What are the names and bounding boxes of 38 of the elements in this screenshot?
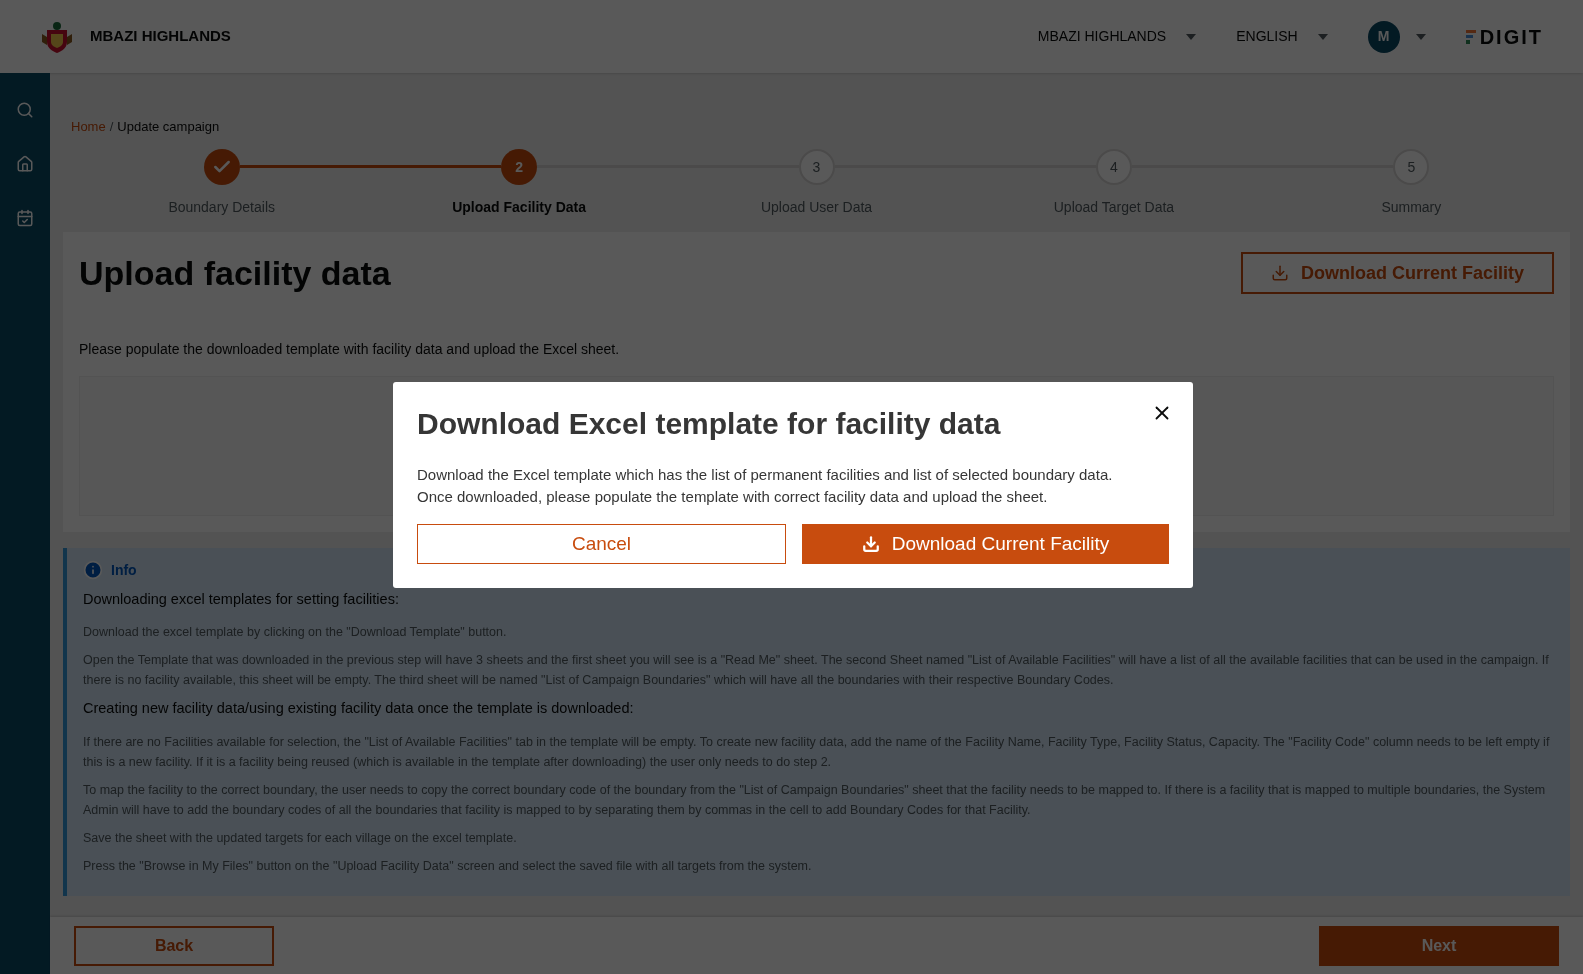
- step-number: 5: [1393, 148, 1430, 185]
- brand-logo: DIGIT: [1479, 24, 1543, 50]
- next-button[interactable]: Next: [1319, 925, 1559, 966]
- breadcrumb-link[interactable]: Home: [71, 117, 106, 137]
- back-button[interactable]: Back: [74, 925, 274, 966]
- home-icon[interactable]: [16, 155, 34, 173]
- download-confirm-button[interactable]: Download Current Facility: [802, 524, 1169, 564]
- emblem-logo-icon: [40, 19, 74, 54]
- modal-text: Download the Excel template which has the list of permanent facilities and list of selected boundary data.: [417, 465, 1114, 485]
- cancel-button[interactable]: Cancel: [417, 524, 786, 564]
- avatar: M: [1367, 20, 1400, 53]
- brand-mark-icon: [1465, 29, 1476, 44]
- page-title: Upload facility data: [79, 252, 391, 294]
- tenant-dropdown[interactable]: MBAZI HIGHLANDS: [1037, 26, 1197, 47]
- download-icon: [1270, 264, 1289, 282]
- step-number: 2: [501, 148, 538, 185]
- step-number: 4: [1095, 148, 1132, 185]
- download-icon: [861, 535, 880, 553]
- step-number: 3: [798, 148, 835, 185]
- download-button[interactable]: Download Current Facility: [1240, 252, 1554, 294]
- caret-icon: [1415, 33, 1426, 40]
- user-menu[interactable]: M: [1367, 20, 1426, 53]
- caret-icon: [1317, 33, 1328, 40]
- modal-title: Download Excel template for facility data: [417, 406, 1002, 442]
- calendar-icon[interactable]: [16, 209, 34, 227]
- info-heading: Downloading excel templates for setting facilities:: [83, 589, 400, 609]
- header-title: MBAZI HIGHLANDS: [90, 26, 231, 47]
- breadcrumb-current: Update campaign: [117, 118, 220, 136]
- modal-text: Once downloaded, please populate the template with correct facility data and upload the sheet.: [417, 487, 1049, 507]
- breadcrumb-separator: /: [109, 118, 114, 136]
- caret-icon: [1186, 33, 1197, 40]
- page-description: Please populate the downloaded template with facility data and upload the Excel sheet.: [79, 339, 621, 359]
- language-dropdown[interactable]: ENGLISH: [1236, 26, 1328, 47]
- info-icon: [83, 560, 103, 580]
- search-icon[interactable]: [16, 101, 34, 119]
- info-heading: Creating new facility data/using existing facility data once the template is downloaded:: [83, 699, 635, 719]
- info-title: Info: [111, 560, 137, 580]
- step-label: Upload Facility Data: [452, 197, 586, 217]
